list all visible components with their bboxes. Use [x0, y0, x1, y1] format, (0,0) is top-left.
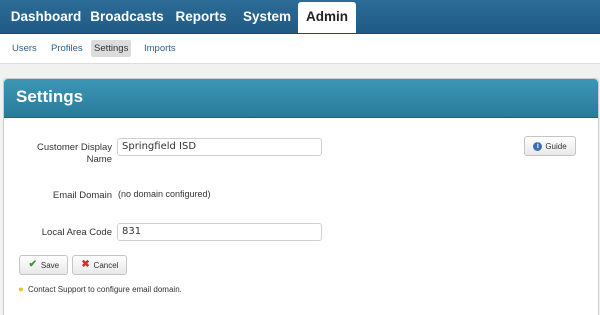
local-area-code-label: Local Area Code [41, 227, 112, 238]
email-domain-value: (no domain configured) [118, 189, 211, 199]
cancel-button[interactable]: ✖ Cancel [72, 255, 127, 275]
subnav-imports[interactable]: Imports [141, 40, 179, 57]
customer-display-name-label: Customer Display Name [37, 142, 112, 165]
checkmark-icon: ✔ [28, 259, 38, 270]
subnav-users[interactable]: Users [9, 40, 40, 57]
top-nav: Dashboard Broadcasts Reports System Admi… [0, 0, 600, 34]
lightbulb-icon: ● [18, 284, 24, 294]
tab-dashboard[interactable]: Dashboard [4, 0, 88, 33]
cancel-label: Cancel [93, 260, 119, 270]
local-area-code-input[interactable]: 831 [117, 223, 322, 241]
tab-broadcasts[interactable]: Broadcasts [88, 0, 166, 33]
guide-label: Guide [545, 141, 567, 151]
page-title: Settings [16, 87, 84, 106]
help-note: ● Contact Support to configure email dom… [16, 284, 182, 294]
cancel-x-icon: ✖ [81, 259, 90, 270]
customer-display-name-input[interactable]: Springfield ISD [117, 138, 322, 156]
info-icon: i [533, 141, 543, 151]
email-domain-label: Email Domain [52, 190, 112, 201]
save-button[interactable]: ✔ Save [19, 255, 68, 275]
tab-reports[interactable]: Reports [168, 0, 234, 33]
sub-nav: Users Profiles Settings Imports [0, 34, 600, 64]
tab-admin[interactable]: Admin [298, 2, 356, 33]
save-label: Save [40, 260, 60, 270]
subnav-profiles[interactable]: Profiles [48, 40, 86, 57]
panel-header: Settings [4, 79, 598, 118]
guide-button[interactable]: i Guide [524, 136, 576, 156]
subnav-settings[interactable]: Settings [91, 40, 132, 57]
tab-system[interactable]: System [236, 0, 298, 33]
help-text: Contact Support to configure email domai… [28, 284, 182, 294]
